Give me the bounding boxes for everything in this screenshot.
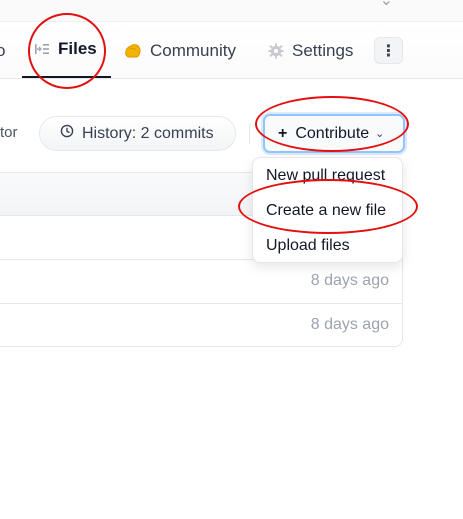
tab-partial[interactable]: o (0, 22, 5, 79)
history-label: History: 2 commits (82, 124, 214, 142)
file-tree-icon (34, 42, 50, 56)
tab-community[interactable]: Community (124, 22, 236, 79)
file-row-time: 8 days ago (310, 316, 389, 333)
contribute-label: Contribute (295, 124, 370, 142)
file-row-time: 8 days ago (310, 272, 389, 289)
file-row[interactable]: 8 days ago (0, 260, 402, 304)
tab-community-label: Community (150, 40, 236, 60)
contributor-label-partial: tor (0, 124, 18, 141)
tab-settings[interactable]: Settings (268, 22, 353, 79)
tab-files[interactable]: Files (22, 22, 111, 78)
community-icon (124, 43, 142, 59)
contribute-dropdown-menu: New pull request Create a new file Uploa… (252, 157, 403, 263)
clock-icon (60, 124, 74, 143)
menu-item-upload-files[interactable]: Upload files (266, 237, 350, 255)
plus-icon: + (278, 124, 288, 142)
history-button[interactable]: History: 2 commits (39, 116, 236, 151)
chevron-down-icon: ⌄ (375, 128, 385, 140)
tab-partial-fragment: o (0, 40, 6, 60)
more-options-button[interactable]: ⋮ (374, 37, 403, 64)
toolbar-divider (249, 124, 250, 144)
menu-item-new-pull-request[interactable]: New pull request (266, 167, 385, 185)
top-strip: ⌄ (0, 0, 463, 22)
menu-item-create-new-file[interactable]: Create a new file (266, 202, 386, 220)
edge-glyph-icon: ⌄ (379, 0, 393, 9)
contribute-button[interactable]: + Contribute ⌄ (263, 114, 405, 153)
gear-icon (268, 43, 284, 59)
file-row[interactable]: 8 days ago (0, 304, 402, 346)
repo-tab-bar: o Files Community Settings ⋮ (0, 22, 463, 79)
tab-files-label: Files (58, 39, 97, 58)
kebab-icon: ⋮ (380, 42, 397, 60)
tab-settings-label: Settings (292, 40, 354, 60)
